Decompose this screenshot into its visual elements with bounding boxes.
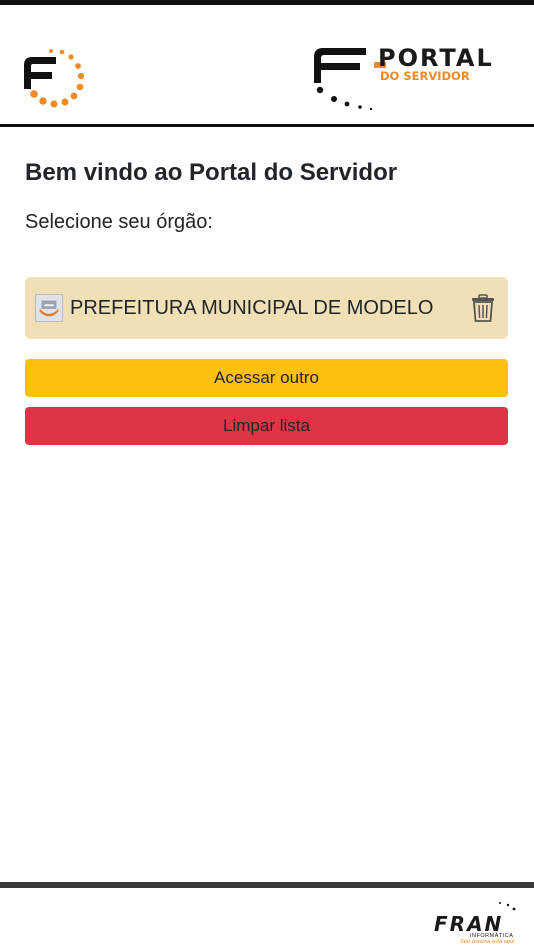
- fran-tagline: Seu sistema está aqui: [460, 939, 515, 945]
- portal-logo: PORTAL DO SERVIDOR: [310, 43, 520, 119]
- organization-name: PREFEITURA MUNICIPAL DE MODELO: [70, 297, 434, 319]
- municipal-emblem-icon: [35, 294, 63, 322]
- select-organ-label: Selecione seu órgão:: [25, 211, 213, 233]
- app-footer: FRAN INFORMÁTICA Seu sistema está aqui: [0, 888, 534, 950]
- f-dotted-circle-logo-icon: [24, 49, 85, 108]
- clear-list-button[interactable]: Limpar lista: [25, 407, 508, 445]
- portal-logo-subtitle: DO SERVIDOR: [380, 69, 470, 83]
- fran-logo-text: FRAN: [434, 912, 504, 936]
- trash-icon[interactable]: [471, 294, 495, 322]
- app-header: PORTAL DO SERVIDOR: [0, 5, 534, 124]
- fran-logo: FRAN INFORMÁTICA Seu sistema está aqui: [430, 900, 526, 948]
- portal-logo-text: PORTAL: [378, 44, 494, 72]
- access-other-button[interactable]: Acessar outro: [25, 359, 508, 397]
- page-title: Bem vindo ao Portal do Servidor: [25, 159, 398, 186]
- header-divider: [0, 124, 534, 127]
- organization-list-item[interactable]: PREFEITURA MUNICIPAL DE MODELO: [25, 277, 508, 339]
